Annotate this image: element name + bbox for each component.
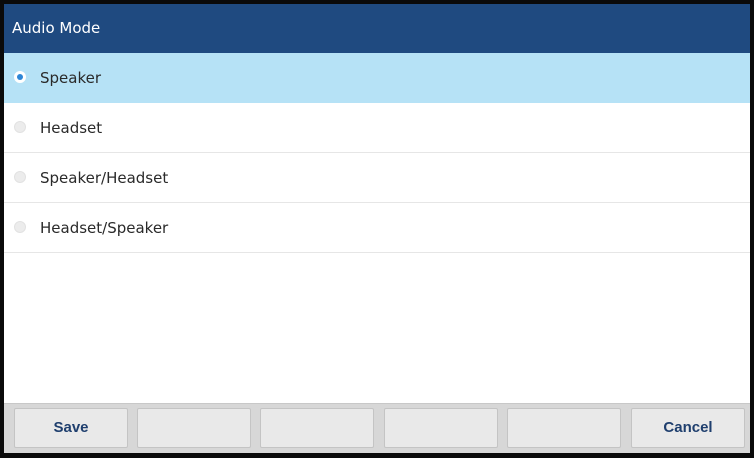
softkey-4[interactable]: [384, 408, 498, 448]
page-title: Audio Mode: [4, 4, 750, 53]
option-headset[interactable]: Headset: [4, 103, 750, 153]
audio-mode-screen: Audio Mode Speaker Headset Speaker/Heads…: [0, 0, 754, 458]
option-label: Headset/Speaker: [40, 219, 169, 237]
option-headset-speaker[interactable]: Headset/Speaker: [4, 203, 750, 253]
option-speaker[interactable]: Speaker: [4, 53, 750, 103]
softkey-2[interactable]: [137, 408, 251, 448]
option-speaker-headset[interactable]: Speaker/Headset: [4, 153, 750, 203]
softkey-5[interactable]: [507, 408, 621, 448]
option-label: Speaker/Headset: [40, 169, 169, 187]
save-button[interactable]: Save: [14, 408, 128, 448]
option-label: Headset: [40, 119, 103, 137]
radio-unselected-icon[interactable]: [14, 171, 26, 183]
radio-unselected-icon[interactable]: [14, 221, 26, 233]
option-label: Speaker: [40, 69, 102, 87]
audio-mode-options: Speaker Headset Speaker/Headset Headset/…: [4, 53, 750, 253]
radio-selected-icon[interactable]: [14, 71, 26, 83]
radio-unselected-icon[interactable]: [14, 121, 26, 133]
softkey-3[interactable]: [260, 408, 374, 448]
cancel-button[interactable]: Cancel: [631, 408, 745, 448]
softkey-bar: Save Cancel: [4, 403, 750, 453]
